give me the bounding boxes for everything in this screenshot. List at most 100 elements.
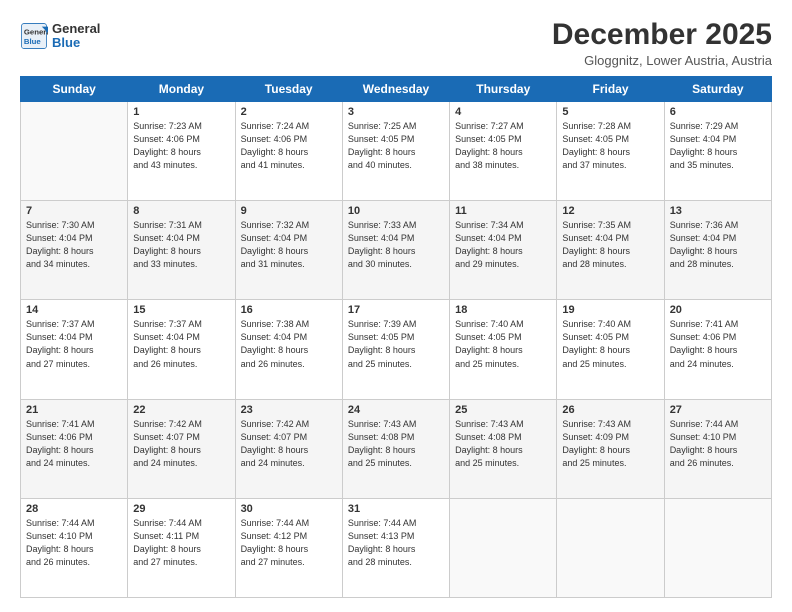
day-number: 26 <box>562 404 658 416</box>
day-info: Sunrise: 7:30 AMSunset: 4:04 PMDaylight:… <box>26 219 122 271</box>
calendar-cell: 23 Sunrise: 7:42 AMSunset: 4:07 PMDayligh… <box>235 399 342 498</box>
day-number: 9 <box>241 205 337 217</box>
calendar-cell <box>450 498 557 597</box>
day-info: Sunrise: 7:29 AMSunset: 4:04 PMDaylight:… <box>670 120 766 172</box>
day-number: 31 <box>348 503 444 515</box>
day-number: 8 <box>133 205 229 217</box>
day-number: 5 <box>562 106 658 118</box>
calendar-cell: 21 Sunrise: 7:41 AMSunset: 4:06 PMDayligh… <box>21 399 128 498</box>
title-block: December 2025 Gloggnitz, Lower Austria, … <box>552 18 772 68</box>
day-number: 3 <box>348 106 444 118</box>
day-info: Sunrise: 7:37 AMSunset: 4:04 PMDaylight:… <box>133 318 229 370</box>
calendar-table: SundayMondayTuesdayWednesdayThursdayFrid… <box>20 76 772 598</box>
header-row: SundayMondayTuesdayWednesdayThursdayFrid… <box>21 77 772 102</box>
day-info: Sunrise: 7:44 AMSunset: 4:10 PMDaylight:… <box>670 418 766 470</box>
day-info: Sunrise: 7:36 AMSunset: 4:04 PMDaylight:… <box>670 219 766 271</box>
day-number: 27 <box>670 404 766 416</box>
calendar-cell: 25Sunrise: 7:43 AMSunset: 4:08 PMDayligh… <box>450 399 557 498</box>
day-info: Sunrise: 7:23 AMSunset: 4:06 PMDaylight:… <box>133 120 229 172</box>
day-number: 17 <box>348 304 444 316</box>
day-info: Sunrise: 7:41 AMSunset: 4:06 PMDaylight:… <box>670 318 766 370</box>
day-number: 11 <box>455 205 551 217</box>
calendar-cell: 24 Sunrise: 7:43 AMSunset: 4:08 PMDayligh… <box>342 399 449 498</box>
calendar-cell <box>21 102 128 201</box>
day-info: Sunrise: 7:43 AMSunset: 4:08 PMDaylight:… <box>348 418 444 470</box>
week-row-2: 7 Sunrise: 7:30 AMSunset: 4:04 PMDaylight… <box>21 201 772 300</box>
calendar-cell: 27 Sunrise: 7:44 AMSunset: 4:10 PMDayligh… <box>664 399 771 498</box>
day-number: 21 <box>26 404 122 416</box>
col-header-friday: Friday <box>557 77 664 102</box>
day-info: Sunrise: 7:27 AMSunset: 4:05 PMDaylight:… <box>455 120 551 172</box>
calendar-cell: 1 Sunrise: 7:23 AMSunset: 4:06 PMDaylight… <box>128 102 235 201</box>
week-row-3: 14 Sunrise: 7:37 AMSunset: 4:04 PMDayligh… <box>21 300 772 399</box>
day-number: 2 <box>241 106 337 118</box>
day-number: 30 <box>241 503 337 515</box>
calendar-cell: 7 Sunrise: 7:30 AMSunset: 4:04 PMDaylight… <box>21 201 128 300</box>
calendar-cell: 18Sunrise: 7:40 AMSunset: 4:05 PMDayligh… <box>450 300 557 399</box>
day-info: Sunrise: 7:35 AMSunset: 4:04 PMDaylight:… <box>562 219 658 271</box>
day-info: Sunrise: 7:39 AMSunset: 4:05 PMDaylight:… <box>348 318 444 370</box>
day-info: Sunrise: 7:24 AMSunset: 4:06 PMDaylight:… <box>241 120 337 172</box>
month-title: December 2025 <box>552 18 772 51</box>
col-header-saturday: Saturday <box>664 77 771 102</box>
day-info: Sunrise: 7:44 AMSunset: 4:11 PMDaylight:… <box>133 517 229 569</box>
day-number: 10 <box>348 205 444 217</box>
day-info: Sunrise: 7:33 AMSunset: 4:04 PMDaylight:… <box>348 219 444 271</box>
calendar-cell: 14 Sunrise: 7:37 AMSunset: 4:04 PMDayligh… <box>21 300 128 399</box>
day-number: 23 <box>241 404 337 416</box>
day-info: Sunrise: 7:37 AMSunset: 4:04 PMDaylight:… <box>26 318 122 370</box>
day-info: Sunrise: 7:32 AMSunset: 4:04 PMDaylight:… <box>241 219 337 271</box>
calendar-cell: 5Sunrise: 7:28 AMSunset: 4:05 PMDaylight… <box>557 102 664 201</box>
col-header-thursday: Thursday <box>450 77 557 102</box>
logo-icon: General Blue <box>20 22 48 50</box>
day-number: 16 <box>241 304 337 316</box>
day-info: Sunrise: 7:43 AMSunset: 4:08 PMDaylight:… <box>455 418 551 470</box>
day-number: 14 <box>26 304 122 316</box>
week-row-1: 1 Sunrise: 7:23 AMSunset: 4:06 PMDaylight… <box>21 102 772 201</box>
day-info: Sunrise: 7:44 AMSunset: 4:10 PMDaylight:… <box>26 517 122 569</box>
day-info: Sunrise: 7:43 AMSunset: 4:09 PMDaylight:… <box>562 418 658 470</box>
day-info: Sunrise: 7:42 AMSunset: 4:07 PMDaylight:… <box>133 418 229 470</box>
week-row-5: 28 Sunrise: 7:44 AMSunset: 4:10 PMDayligh… <box>21 498 772 597</box>
day-info: Sunrise: 7:25 AMSunset: 4:05 PMDaylight:… <box>348 120 444 172</box>
day-info: Sunrise: 7:40 AMSunset: 4:05 PMDaylight:… <box>455 318 551 370</box>
day-number: 4 <box>455 106 551 118</box>
calendar-cell: 16 Sunrise: 7:38 AMSunset: 4:04 PMDayligh… <box>235 300 342 399</box>
day-number: 22 <box>133 404 229 416</box>
calendar-cell: 13Sunrise: 7:36 AMSunset: 4:04 PMDayligh… <box>664 201 771 300</box>
calendar-cell: 11 Sunrise: 7:34 AMSunset: 4:04 PMDayligh… <box>450 201 557 300</box>
logo-general: General <box>52 22 100 36</box>
day-number: 7 <box>26 205 122 217</box>
day-info: Sunrise: 7:41 AMSunset: 4:06 PMDaylight:… <box>26 418 122 470</box>
header: General Blue General Blue December 2025 … <box>20 18 772 68</box>
day-number: 1 <box>133 106 229 118</box>
calendar-cell: 26 Sunrise: 7:43 AMSunset: 4:09 PMDayligh… <box>557 399 664 498</box>
day-info: Sunrise: 7:40 AMSunset: 4:05 PMDaylight:… <box>562 318 658 370</box>
calendar-cell: 2 Sunrise: 7:24 AMSunset: 4:06 PMDaylight… <box>235 102 342 201</box>
calendar-cell: 3 Sunrise: 7:25 AMSunset: 4:05 PMDaylight… <box>342 102 449 201</box>
day-number: 24 <box>348 404 444 416</box>
page: General Blue General Blue December 2025 … <box>0 0 792 612</box>
calendar-cell: 9 Sunrise: 7:32 AMSunset: 4:04 PMDaylight… <box>235 201 342 300</box>
col-header-sunday: Sunday <box>21 77 128 102</box>
calendar-cell: 30 Sunrise: 7:44 AMSunset: 4:12 PMDayligh… <box>235 498 342 597</box>
location: Gloggnitz, Lower Austria, Austria <box>552 53 772 68</box>
day-number: 19 <box>562 304 658 316</box>
day-number: 20 <box>670 304 766 316</box>
calendar-cell: 6 Sunrise: 7:29 AMSunset: 4:04 PMDaylight… <box>664 102 771 201</box>
calendar-cell: 20 Sunrise: 7:41 AMSunset: 4:06 PMDayligh… <box>664 300 771 399</box>
day-info: Sunrise: 7:34 AMSunset: 4:04 PMDaylight:… <box>455 219 551 271</box>
day-number: 15 <box>133 304 229 316</box>
calendar-cell: 4 Sunrise: 7:27 AMSunset: 4:05 PMDaylight… <box>450 102 557 201</box>
week-row-4: 21 Sunrise: 7:41 AMSunset: 4:06 PMDayligh… <box>21 399 772 498</box>
day-number: 6 <box>670 106 766 118</box>
day-info: Sunrise: 7:44 AMSunset: 4:12 PMDaylight:… <box>241 517 337 569</box>
logo-blue: Blue <box>52 36 100 50</box>
day-info: Sunrise: 7:44 AMSunset: 4:13 PMDaylight:… <box>348 517 444 569</box>
calendar-cell: 28 Sunrise: 7:44 AMSunset: 4:10 PMDayligh… <box>21 498 128 597</box>
svg-text:Blue: Blue <box>24 37 42 46</box>
calendar-cell <box>664 498 771 597</box>
day-number: 28 <box>26 503 122 515</box>
day-info: Sunrise: 7:42 AMSunset: 4:07 PMDaylight:… <box>241 418 337 470</box>
day-info: Sunrise: 7:38 AMSunset: 4:04 PMDaylight:… <box>241 318 337 370</box>
